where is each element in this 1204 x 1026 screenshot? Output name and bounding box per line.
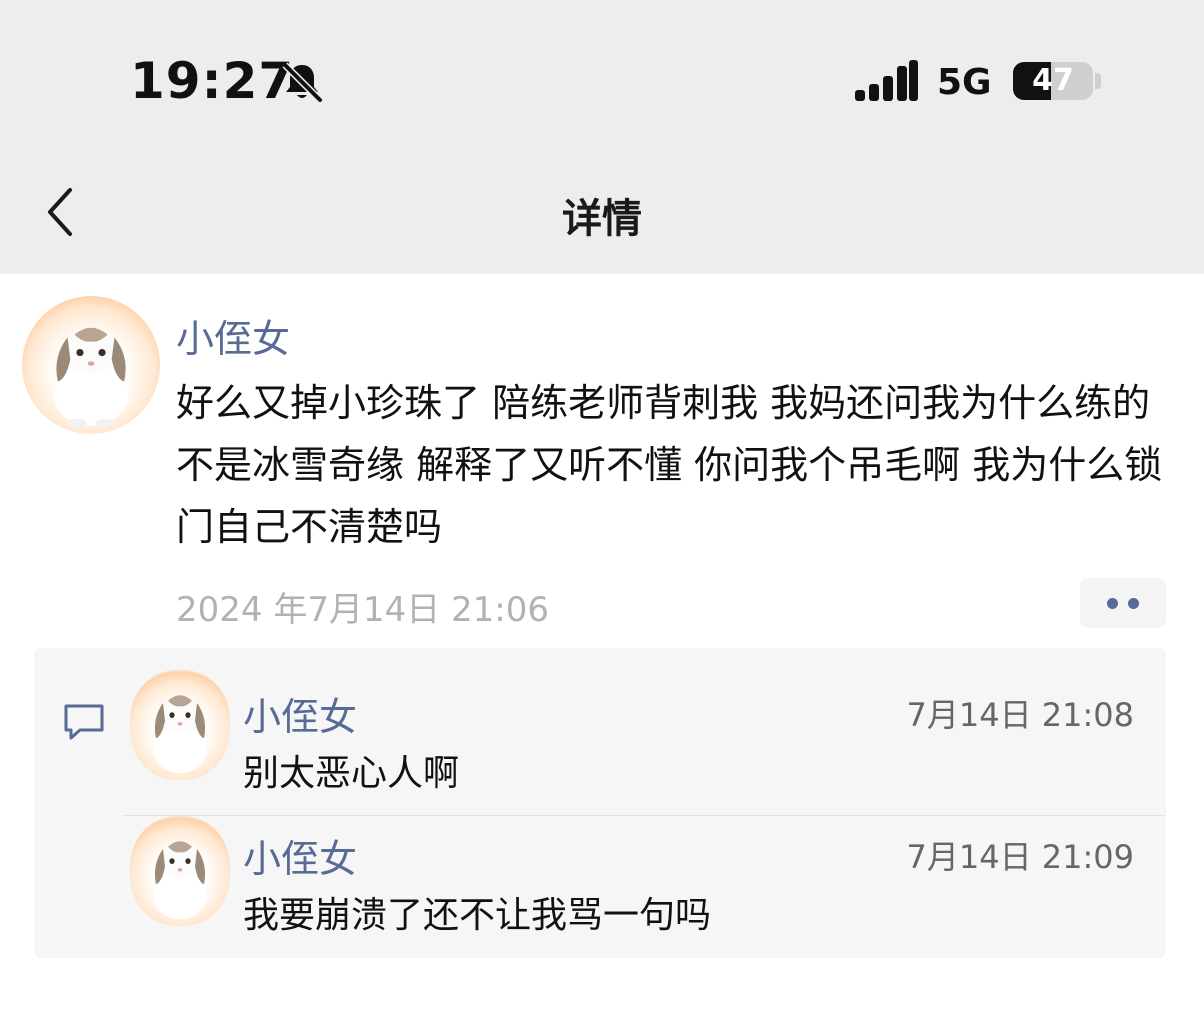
post-author-name[interactable]: 小侄女: [176, 308, 290, 363]
comment-timestamp: 7月14日 21:08: [906, 696, 1134, 734]
status-time: 19:27: [130, 52, 295, 110]
comment-text[interactable]: 我要崩溃了还不让我骂一句吗: [243, 886, 711, 938]
battery-percent: 47: [1032, 63, 1074, 98]
comment-divider: [122, 815, 1166, 816]
author-avatar[interactable]: [22, 296, 160, 434]
rabbit-avatar: [153, 695, 207, 774]
comment-timestamp: 7月14日 21:09: [906, 838, 1134, 876]
comment-author-name[interactable]: 小侄女: [243, 686, 357, 741]
rabbit-avatar: [53, 327, 129, 428]
comment-text[interactable]: 别太恶心人啊: [243, 744, 459, 796]
more-dot: [1107, 598, 1118, 609]
rabbit-avatar: [153, 841, 207, 920]
comment-icon: [64, 704, 104, 740]
post-text: 好么又掉小珍珠了 陪练老师背刺我 我妈还问我为什么练的不是冰雪奇缘 解释了又听不…: [176, 381, 1163, 549]
comment-avatar[interactable]: [130, 670, 230, 780]
more-dot: [1128, 598, 1139, 609]
signal-icon: [855, 60, 918, 101]
battery-indicator: 47: [1013, 62, 1093, 100]
bell-muted-icon: [282, 62, 323, 103]
battery-cap: [1095, 73, 1101, 89]
page-title: 详情: [562, 196, 642, 242]
network-label: 5G: [937, 62, 992, 103]
comment-avatar[interactable]: [130, 816, 230, 926]
post-timestamp: 2024 年7月14日 21:06: [176, 590, 550, 630]
comment-author-name[interactable]: 小侄女: [243, 828, 357, 883]
more-dots-icon[interactable]: [1080, 578, 1166, 628]
